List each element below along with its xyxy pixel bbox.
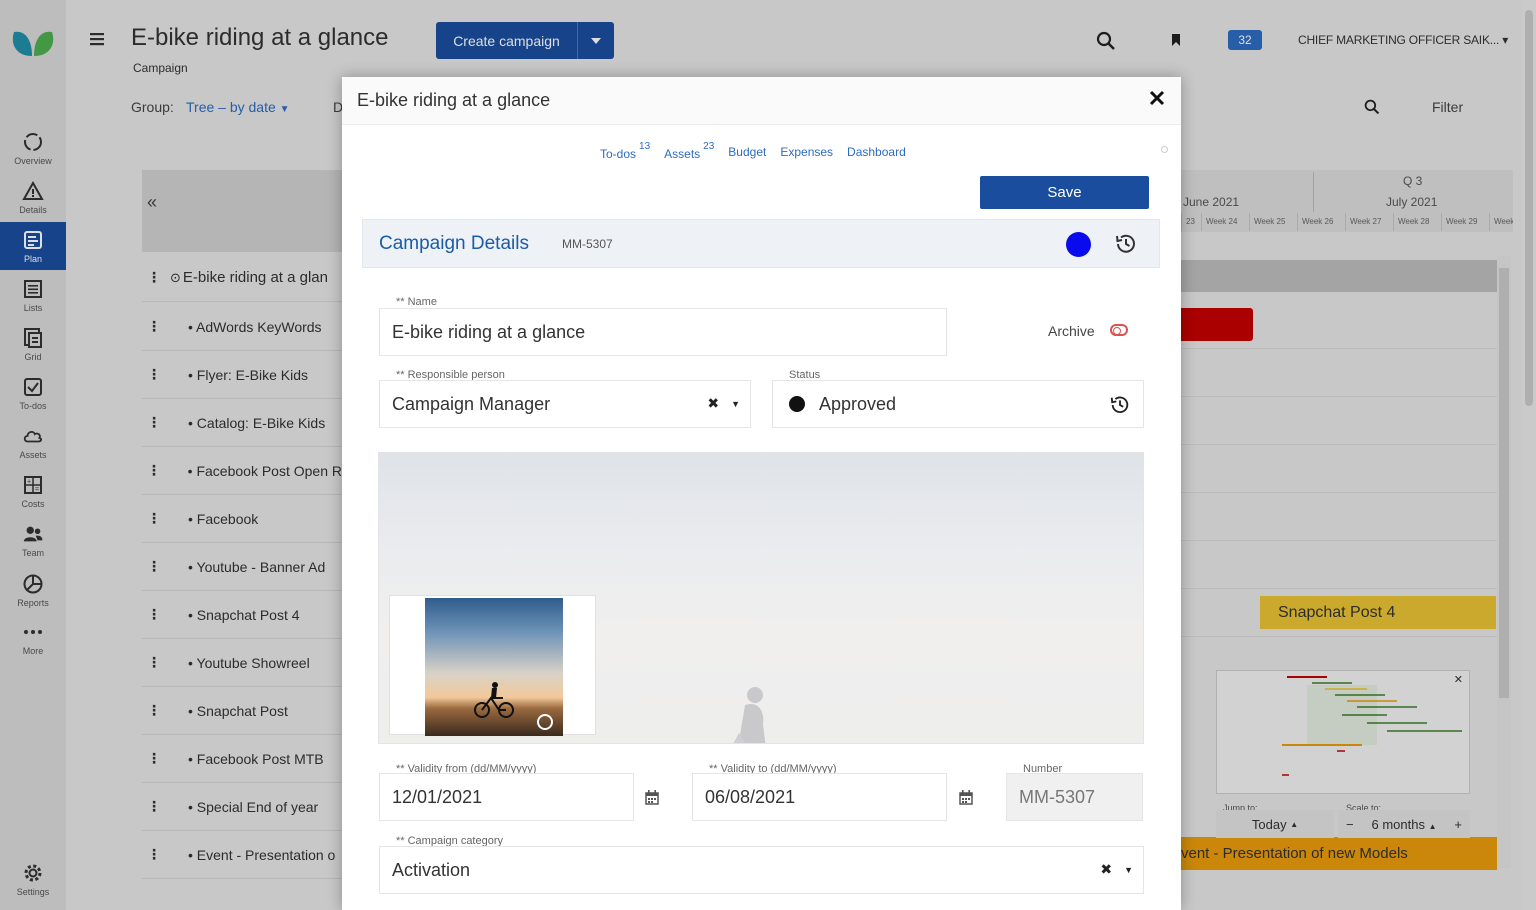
clear-icon[interactable]: ✖: [1100, 861, 1112, 878]
history-icon[interactable]: [1114, 232, 1138, 256]
brand-logo-icon: [537, 714, 553, 730]
image-thumbnail[interactable]: [389, 595, 596, 736]
validity-from-input[interactable]: 12/01/2021: [379, 773, 634, 821]
chevron-down-icon[interactable]: ▼: [731, 399, 740, 409]
responsible-select[interactable]: Campaign Manager ✖ ▼: [379, 380, 751, 428]
status-history-icon[interactable]: [1109, 394, 1131, 416]
campaign-color-picker[interactable]: [1066, 232, 1091, 257]
archive-label: Archive: [1048, 323, 1095, 339]
tab-todos[interactable]: To-dos13: [600, 141, 650, 161]
tab-count: 23: [703, 141, 715, 152]
calendar-icon[interactable]: [645, 790, 659, 805]
name-label: ** Name: [396, 296, 437, 308]
close-icon[interactable]: [1148, 89, 1166, 107]
tab-dashboard[interactable]: Dashboard: [847, 145, 906, 161]
campaign-code: MM-5307: [562, 237, 613, 251]
tab-budget[interactable]: Budget: [728, 145, 766, 161]
status-indicator: [789, 396, 805, 412]
settings-dot-icon[interactable]: [1161, 146, 1168, 153]
validity-to-input[interactable]: 06/08/2021: [692, 773, 947, 821]
tab-count: 13: [639, 141, 651, 152]
status-value[interactable]: Approved: [819, 394, 896, 415]
clear-icon[interactable]: ✖: [707, 395, 719, 412]
category-value[interactable]: Activation: [392, 860, 470, 881]
number-field: MM-5307: [1006, 773, 1143, 821]
chevron-down-icon[interactable]: ▼: [1124, 865, 1133, 875]
status-select[interactable]: Approved: [772, 380, 1144, 428]
calendar-icon[interactable]: [959, 790, 973, 805]
modal-title: E-bike riding at a glance: [357, 90, 551, 110]
category-select[interactable]: Activation ✖ ▼: [379, 846, 1144, 894]
campaign-modal: E-bike riding at a glance To-dos13 Asset…: [342, 77, 1181, 910]
rider-silhouette: [733, 687, 766, 743]
name-input[interactable]: E-bike riding at a glance: [379, 308, 947, 356]
tab-assets[interactable]: Assets23: [664, 141, 714, 161]
responsible-value[interactable]: Campaign Manager: [392, 394, 550, 415]
campaign-image[interactable]: [378, 452, 1144, 744]
thumbnail-photo: [425, 598, 563, 736]
save-button[interactable]: Save: [980, 176, 1149, 209]
modal-tabs: To-dos13 Assets23 Budget Expenses Dashbo…: [600, 141, 920, 161]
archive-toggle[interactable]: [1110, 324, 1128, 336]
cyclist-icon: [474, 682, 514, 718]
section-title: Campaign Details: [379, 233, 529, 254]
modal-header: E-bike riding at a glance: [342, 77, 1181, 125]
tab-expenses[interactable]: Expenses: [780, 145, 833, 161]
campaign-details-header: Campaign Details MM-5307: [362, 219, 1160, 268]
